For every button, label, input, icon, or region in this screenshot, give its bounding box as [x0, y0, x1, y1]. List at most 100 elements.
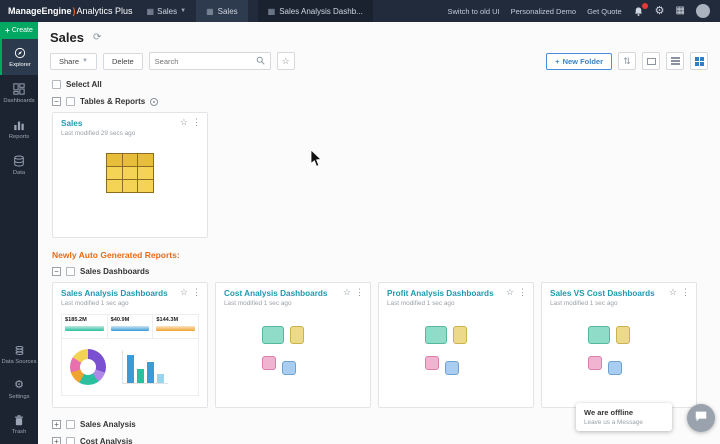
- topbar: ManageEngine)Analytics Plus ▦ Sales ▼ ▦ …: [0, 0, 720, 22]
- chat-cta-link[interactable]: Leave us a Message: [584, 419, 664, 426]
- chevron-down-icon: ▼: [180, 8, 187, 14]
- plus-icon: +: [5, 26, 10, 35]
- table-icon: ▦: [206, 6, 214, 16]
- sidebar-item-label: Data Sources: [1, 359, 37, 365]
- card-sales-table[interactable]: Sales Last modified 29 secs ago ☆ ⋮: [52, 112, 208, 238]
- card-title: Sales VS Cost Dashboards: [550, 289, 655, 298]
- tab-sales-analysis-dashboard[interactable]: ▦ Sales Analysis Dashb...: [257, 0, 373, 22]
- expand-icon[interactable]: +: [52, 437, 61, 444]
- star-icon[interactable]: ☆: [669, 288, 677, 297]
- section-checkbox[interactable]: [66, 437, 75, 444]
- refresh-icon[interactable]: ⟳: [93, 32, 101, 43]
- personalized-demo-link[interactable]: Personalized Demo: [511, 7, 576, 16]
- kpi-value: $185.2M: [65, 317, 87, 323]
- star-icon[interactable]: ☆: [180, 118, 188, 127]
- workspace-selector-label: Sales: [157, 6, 178, 16]
- section-tables-reports: − Tables & Reports: [38, 93, 720, 110]
- dashboard-thumbnail: [224, 314, 362, 396]
- grid-view-button[interactable]: [690, 52, 708, 70]
- star-icon[interactable]: ☆: [343, 288, 351, 297]
- sidebar-item-explorer[interactable]: Explorer: [0, 39, 38, 75]
- table-thumbnail: [106, 153, 154, 193]
- kebab-menu-icon[interactable]: ⋮: [681, 288, 690, 297]
- collapse-icon[interactable]: −: [52, 267, 61, 276]
- chat-widget[interactable]: We are offline Leave us a Message: [576, 403, 672, 431]
- list-view-button[interactable]: [666, 52, 684, 70]
- workspace-grid-icon: ▦: [146, 6, 155, 16]
- workspace-selector[interactable]: ▦ Sales ▼: [147, 7, 187, 16]
- tab-sales-analysis-label: Sales Analysis Dashb...: [279, 6, 363, 16]
- sidebar-item-settings[interactable]: ⚙ Settings: [0, 372, 38, 407]
- collapse-icon[interactable]: −: [52, 97, 61, 106]
- section-checkbox[interactable]: [66, 267, 75, 276]
- kebab-menu-icon[interactable]: ⋮: [355, 288, 364, 297]
- create-button[interactable]: + Create: [0, 22, 38, 39]
- kpi-value: $40.9M: [110, 317, 130, 323]
- search-input[interactable]: [154, 56, 256, 66]
- new-folder-button[interactable]: + New Folder: [546, 52, 612, 70]
- card-title: Sales Analysis Dashboards: [61, 289, 168, 298]
- bar-chart-thumbnail: [122, 350, 168, 384]
- kebab-menu-icon[interactable]: ⋮: [192, 288, 201, 297]
- page-header: Sales ⟳: [38, 22, 720, 50]
- card-title: Profit Analysis Dashboards: [387, 289, 494, 298]
- section-cost-analysis: + Cost Analysis: [38, 433, 720, 444]
- tables-cards-row: Sales Last modified 29 secs ago ☆ ⋮: [38, 110, 720, 240]
- card-sales-vs-cost-dashboards[interactable]: Sales VS Cost Dashboards Last modified 1…: [541, 282, 697, 408]
- avatar[interactable]: [696, 4, 710, 18]
- delete-button[interactable]: Delete: [102, 52, 143, 70]
- gear-icon[interactable]: ⚙: [655, 5, 665, 17]
- kebab-menu-icon[interactable]: ⋮: [192, 118, 201, 127]
- notifications-bell-icon[interactable]: [633, 2, 648, 17]
- card-sales-analysis-dashboards[interactable]: Sales Analysis Dashboards Last modified …: [52, 282, 208, 408]
- card-modified: Last modified 1 sec ago: [387, 300, 455, 307]
- card-actions: ☆ ⋮: [343, 288, 364, 297]
- section-checkbox[interactable]: [66, 420, 75, 429]
- card-view-button[interactable]: [642, 52, 660, 70]
- share-button[interactable]: Share ▼: [50, 52, 97, 70]
- star-icon: ☆: [281, 55, 290, 66]
- favorites-filter-button[interactable]: ☆: [276, 52, 295, 70]
- section-label: Sales Dashboards: [80, 267, 150, 276]
- search-icon[interactable]: [256, 52, 265, 70]
- topbar-right: Switch to old UI Personalized Demo Get Q…: [448, 2, 720, 18]
- sidebar-item-data-sources[interactable]: Data Sources: [0, 337, 38, 372]
- dashboard-thumbnail: $185.2M $40.9M $144.3M: [61, 314, 199, 396]
- card-title: Sales: [61, 119, 83, 128]
- expand-icon[interactable]: +: [52, 420, 61, 429]
- card-actions: ☆ ⋮: [669, 288, 690, 297]
- select-all-checkbox[interactable]: [52, 80, 61, 89]
- page-title: Sales: [50, 30, 84, 45]
- section-checkbox[interactable]: [66, 97, 75, 106]
- apps-grid-icon[interactable]: ▦: [676, 6, 685, 16]
- chat-status: We are offline: [584, 408, 634, 417]
- sort-button[interactable]: ⇅: [618, 52, 636, 70]
- card-profit-analysis-dashboards[interactable]: Profit Analysis Dashboards Last modified…: [378, 282, 534, 408]
- new-folder-label: New Folder: [562, 56, 603, 66]
- sidebar-item-reports[interactable]: Reports: [0, 111, 38, 147]
- kebab-menu-icon[interactable]: ⋮: [518, 288, 527, 297]
- switch-to-old-ui-link[interactable]: Switch to old UI: [448, 7, 500, 16]
- list-view-icon: [670, 56, 680, 67]
- database-icon: [13, 155, 25, 167]
- sidebar-item-data[interactable]: Data: [0, 147, 38, 183]
- dashboard-thumbnail: [550, 314, 688, 396]
- data-sources-icon: [14, 345, 25, 356]
- card-modified: Last modified 29 secs ago: [61, 130, 136, 137]
- brand-logo[interactable]: ManageEngine)Analytics Plus: [8, 6, 133, 16]
- select-all-label: Select All: [66, 80, 102, 89]
- scope-radio-icon[interactable]: [150, 97, 159, 106]
- sidebar-item-label: Data: [12, 170, 26, 176]
- sidebar-item-label: Trash: [11, 429, 27, 435]
- reports-chart-icon: [13, 119, 25, 131]
- sidebar-item-trash[interactable]: Trash: [0, 407, 38, 442]
- explorer-compass-icon: [14, 47, 26, 59]
- sidebar-item-dashboards[interactable]: Dashboards: [0, 75, 38, 111]
- card-cost-analysis-dashboards[interactable]: Cost Analysis Dashboards Last modified 1…: [215, 282, 371, 408]
- plus-icon: +: [555, 56, 560, 66]
- star-icon[interactable]: ☆: [180, 288, 188, 297]
- star-icon[interactable]: ☆: [506, 288, 514, 297]
- get-quote-link[interactable]: Get Quote: [587, 7, 622, 16]
- chat-bubble-button[interactable]: [687, 404, 715, 432]
- tab-sales[interactable]: ▦ Sales: [196, 0, 248, 22]
